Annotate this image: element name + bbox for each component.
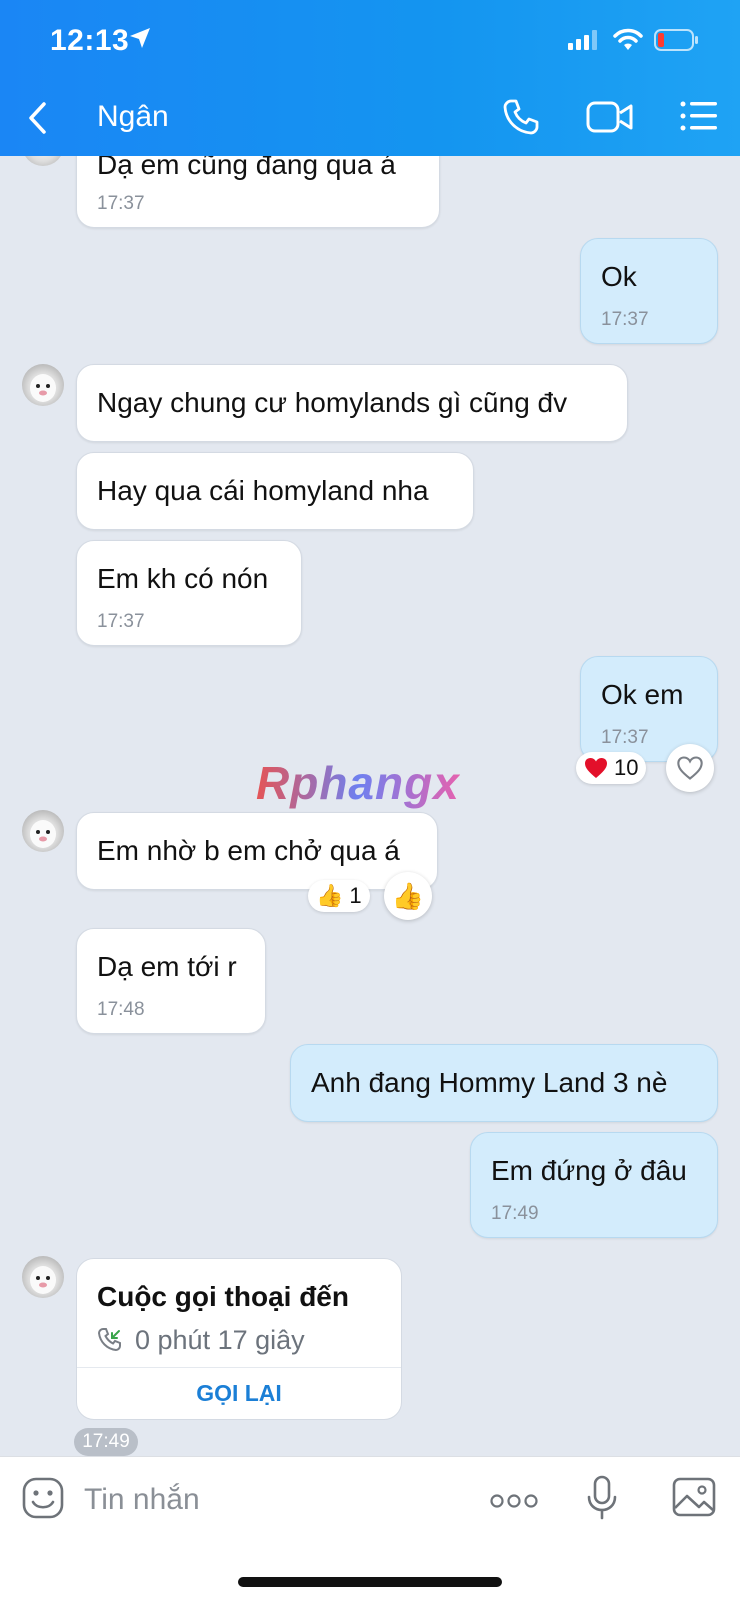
message-text: Ok em <box>601 679 684 710</box>
menu-icon[interactable] <box>680 100 718 132</box>
message-text: Em nhờ b em chở qua á <box>97 835 400 866</box>
incoming-call-icon <box>97 1328 121 1352</box>
reaction-summary[interactable]: 👍 1 <box>308 880 370 912</box>
message-text: Em kh có nón <box>97 563 269 594</box>
thumbs-up-icon: 👍 <box>391 880 425 911</box>
back-icon[interactable] <box>26 100 50 136</box>
reaction-summary[interactable]: 10 <box>576 752 647 784</box>
react-button[interactable]: 👍 <box>384 872 432 920</box>
heart-icon <box>585 758 607 778</box>
message-bubble-incoming[interactable]: Ngay chung cư homylands gì cũng đv <box>76 364 628 442</box>
signal-icon <box>568 30 597 50</box>
avatar-image <box>30 1266 56 1294</box>
message-bubble-incoming[interactable]: Em kh có nón 17:37 <box>76 540 302 646</box>
more-icon[interactable] <box>490 1493 538 1509</box>
message-text: Em đứng ở đâu <box>491 1155 687 1186</box>
message-text: Dạ em tới r <box>97 951 237 982</box>
mic-icon[interactable] <box>586 1475 618 1521</box>
message-bubble-incoming[interactable]: Hay qua cái homyland nha <box>76 452 474 530</box>
message-bubble-outgoing[interactable]: Ok 17:37 <box>580 238 718 344</box>
message-text: Ok <box>601 261 637 292</box>
wifi-icon <box>613 28 643 50</box>
avatar-image <box>30 374 56 402</box>
location-arrow-icon <box>130 28 150 48</box>
message-bubble-incoming[interactable]: Em nhờ b em chở qua á <box>76 812 438 890</box>
message-time: 17:49 <box>491 1203 539 1224</box>
message-text: Anh đang Hommy Land 3 nè <box>311 1067 668 1098</box>
avatar[interactable] <box>22 1256 64 1298</box>
call-duration: 0 phút 17 giây <box>135 1325 305 1355</box>
reaction-count: 1 <box>349 883 362 908</box>
avatar[interactable] <box>22 810 64 852</box>
call-back-button[interactable]: GỌI LẠI <box>77 1369 401 1419</box>
thumbs-up-icon: 👍 <box>316 883 344 908</box>
video-icon[interactable] <box>586 100 634 134</box>
message-time: 17:48 <box>97 999 145 1020</box>
heart-outline-icon <box>677 756 703 780</box>
message-bubble-outgoing[interactable]: Em đứng ở đâu 17:49 <box>470 1132 718 1238</box>
divider <box>77 1367 401 1368</box>
image-icon[interactable] <box>672 1477 716 1517</box>
battery-icon <box>654 29 698 51</box>
message-time: 17:37 <box>601 727 649 748</box>
call-title: Cuộc gọi thoại đến <box>97 1281 349 1312</box>
emoji-icon[interactable] <box>22 1477 64 1519</box>
message-input[interactable] <box>84 1477 444 1523</box>
message-bubble-incoming[interactable]: Dạ em tới r 17:48 <box>76 928 266 1034</box>
chat-header: 12:13 Ngân <box>0 0 740 156</box>
react-button[interactable] <box>666 744 714 792</box>
message-time: 17:37 <box>601 309 649 330</box>
reaction-count: 10 <box>614 755 639 780</box>
avatar[interactable] <box>22 364 64 406</box>
watermark: Rphangx <box>256 757 460 809</box>
avatar-image <box>30 820 56 848</box>
message-time: 17:37 <box>97 193 145 214</box>
message-time: 17:37 <box>97 611 145 632</box>
message-text: Ngay chung cư homylands gì cũng đv <box>97 387 568 418</box>
contact-name[interactable]: Ngân <box>97 100 169 134</box>
home-indicator <box>238 1577 502 1587</box>
status-time: 12:13 <box>50 24 130 57</box>
message-text: Hay qua cái homyland nha <box>97 475 429 506</box>
phone-icon[interactable] <box>502 98 540 136</box>
message-time: 17:49 <box>74 1428 138 1456</box>
message-bubble-outgoing[interactable]: Anh đang Hommy Land 3 nè <box>290 1044 718 1122</box>
call-log-card: Cuộc gọi thoại đến 0 phút 17 giây GỌI LẠ… <box>76 1258 402 1420</box>
composer-bar <box>0 1456 740 1600</box>
